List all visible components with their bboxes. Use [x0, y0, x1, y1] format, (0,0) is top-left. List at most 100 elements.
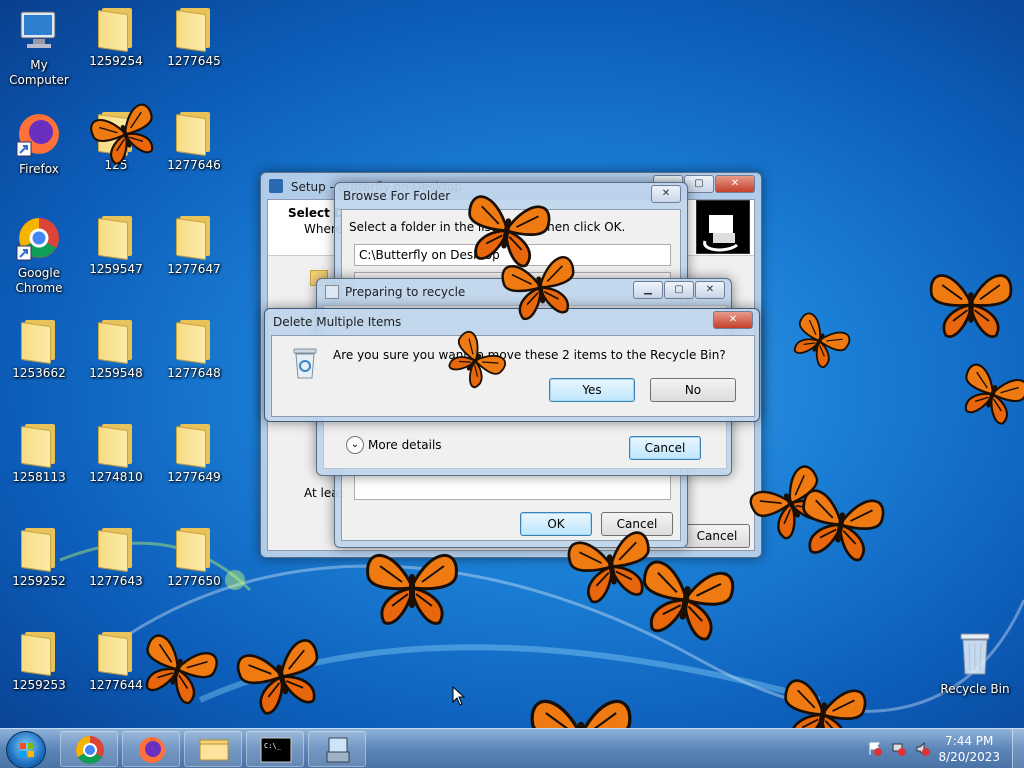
folder-icon: [0, 630, 78, 677]
butterfly-icon: [802, 489, 885, 562]
chrome-icon: [76, 736, 104, 764]
computer-icon: [0, 6, 78, 54]
desktop-icon-label: 1277650: [167, 574, 221, 588]
setup-icon: [326, 737, 350, 763]
desktop-icon-label: 1277647: [167, 262, 221, 276]
taskbar-explorer-button[interactable]: [184, 731, 242, 767]
desktop-icon-folder[interactable]: 1259253: [0, 630, 78, 693]
butterfly-icon: [793, 312, 851, 369]
desktop-icon-folder[interactable]: 1277646: [155, 110, 233, 173]
folder-icon: [0, 526, 78, 573]
desktop-icon-label: 125: [104, 158, 128, 172]
clock-date: 8/20/2023: [938, 750, 1000, 764]
folder-icon: [77, 422, 155, 469]
browse-instruction: Select a folder in the list below, then …: [349, 220, 626, 234]
preparing-cancel-button[interactable]: Cancel: [629, 436, 701, 460]
folder-icon: [0, 318, 78, 365]
taskbar-clock[interactable]: 7:44 PM 8/20/2023: [938, 733, 1000, 765]
file-explorer-icon: [199, 739, 229, 761]
browse-title: Browse For Folder: [343, 189, 451, 203]
desktop-icon-label: 1259547: [89, 262, 143, 276]
desktop-icon-folder[interactable]: 1259547: [77, 214, 155, 277]
yes-button[interactable]: Yes: [549, 378, 635, 402]
delete-title: Delete Multiple Items: [273, 315, 402, 329]
tray-action-center-icon[interactable]: [868, 742, 882, 756]
no-button[interactable]: No: [650, 378, 736, 402]
delete-titlebar[interactable]: Delete Multiple Items: [265, 309, 759, 335]
setup-logo-icon: [696, 200, 750, 254]
taskbar-firefox-button[interactable]: [122, 731, 180, 767]
browse-caption-buttons: ✕: [651, 185, 681, 203]
taskbar-chrome-button[interactable]: [60, 731, 118, 767]
more-details-toggle[interactable]: ⌄ More details: [346, 436, 442, 454]
setup-cancel-button[interactable]: Cancel: [684, 524, 750, 548]
desktop-icon-folder[interactable]: 1274810: [77, 422, 155, 485]
desktop-icon-chrome[interactable]: Google Chrome: [0, 214, 78, 296]
desktop-icon-folder[interactable]: 1277650: [155, 526, 233, 589]
desktop-icon-folder[interactable]: 1258113: [0, 422, 78, 485]
butterfly-icon: [236, 639, 319, 715]
desktop-icon-folder[interactable]: 1277645: [155, 6, 233, 69]
browse-ok-button[interactable]: OK: [520, 512, 592, 536]
desktop-icon-label: Google Chrome: [15, 266, 63, 295]
desktop-icon-folder[interactable]: 1253662: [0, 318, 78, 381]
tray-network-icon[interactable]: [892, 742, 906, 756]
firefox-icon: [139, 737, 165, 763]
folder-icon: [155, 318, 233, 365]
desktop-icon-label: My Computer: [9, 58, 69, 87]
folder-path-field[interactable]: C:\Butterfly on Desktop: [354, 244, 671, 266]
desktop-icon-label: Recycle Bin: [940, 682, 1010, 696]
maximize-button[interactable]: ▢: [664, 281, 694, 299]
folder-icon: [155, 526, 233, 573]
desktop-icon-label: 1259548: [89, 366, 143, 380]
browse-titlebar[interactable]: Browse For Folder: [335, 183, 687, 209]
taskbar-setup-button[interactable]: [308, 731, 366, 767]
browse-cancel-button[interactable]: Cancel: [601, 512, 673, 536]
folder-icon: [77, 110, 155, 157]
desktop-icon-computer[interactable]: My Computer: [0, 6, 78, 88]
close-button[interactable]: ✕: [715, 175, 755, 193]
delete-client: Are you sure you want to move these 2 it…: [271, 335, 755, 417]
delete-message: Are you sure you want to move these 2 it…: [333, 348, 726, 362]
folder-icon: [77, 630, 155, 677]
folder-icon: [155, 422, 233, 469]
desktop-icon-folder[interactable]: 1277647: [155, 214, 233, 277]
show-desktop-button[interactable]: [1012, 729, 1024, 768]
desktop-icon-firefox[interactable]: Firefox: [0, 110, 78, 177]
folder-icon: [155, 214, 233, 261]
close-button[interactable]: ✕: [695, 281, 725, 299]
svg-text:C:\_: C:\_: [264, 742, 282, 750]
taskbar-cmd-button[interactable]: C:\_: [246, 731, 304, 767]
desktop-icon-label: 1277648: [167, 366, 221, 380]
desktop-icon-folder[interactable]: 1259548: [77, 318, 155, 381]
close-button[interactable]: ✕: [713, 311, 753, 329]
start-button[interactable]: [6, 731, 46, 768]
desktop-icon-folder[interactable]: 125: [77, 110, 155, 173]
desktop-icon-folder[interactable]: 1277643: [77, 526, 155, 589]
desktop-icon-folder[interactable]: 1259252: [0, 526, 78, 589]
delete-caption-buttons: ✕: [713, 311, 753, 329]
desktop-icon-label: 1259253: [12, 678, 66, 692]
desktop-icon-folder[interactable]: 1277649: [155, 422, 233, 485]
desktop-icon-label: 1274810: [89, 470, 143, 484]
tray-volume-icon[interactable]: [916, 741, 930, 757]
desktop-icon-folder[interactable]: 1277648: [155, 318, 233, 381]
desktop-icon-recycle-bin[interactable]: Recycle Bin: [936, 630, 1014, 697]
minimize-button[interactable]: ▁: [633, 281, 663, 299]
recycle-bin-icon: [936, 630, 1014, 678]
folder-icon: [155, 6, 233, 53]
desktop-icon-label: 1253662: [12, 366, 66, 380]
recycle-small-icon: [325, 285, 339, 299]
desktop-icon-label: 1259254: [89, 54, 143, 68]
close-button[interactable]: ✕: [651, 185, 681, 203]
maximize-button[interactable]: ▢: [684, 175, 714, 193]
preparing-caption-buttons: ▁ ▢ ✕: [633, 281, 725, 299]
preparing-title: Preparing to recycle: [345, 285, 466, 299]
desktop-icon-folder[interactable]: 1259254: [77, 6, 155, 69]
firefox-icon: [0, 110, 78, 158]
chrome-icon: [0, 214, 78, 262]
desktop-icon-label: Firefox: [19, 162, 59, 176]
desktop-icon-label: 1277644: [89, 678, 143, 692]
delete-multiple-items-dialog[interactable]: Delete Multiple Items ✕ Are you sure you…: [264, 308, 760, 422]
desktop-icon-folder[interactable]: 1277644: [77, 630, 155, 693]
